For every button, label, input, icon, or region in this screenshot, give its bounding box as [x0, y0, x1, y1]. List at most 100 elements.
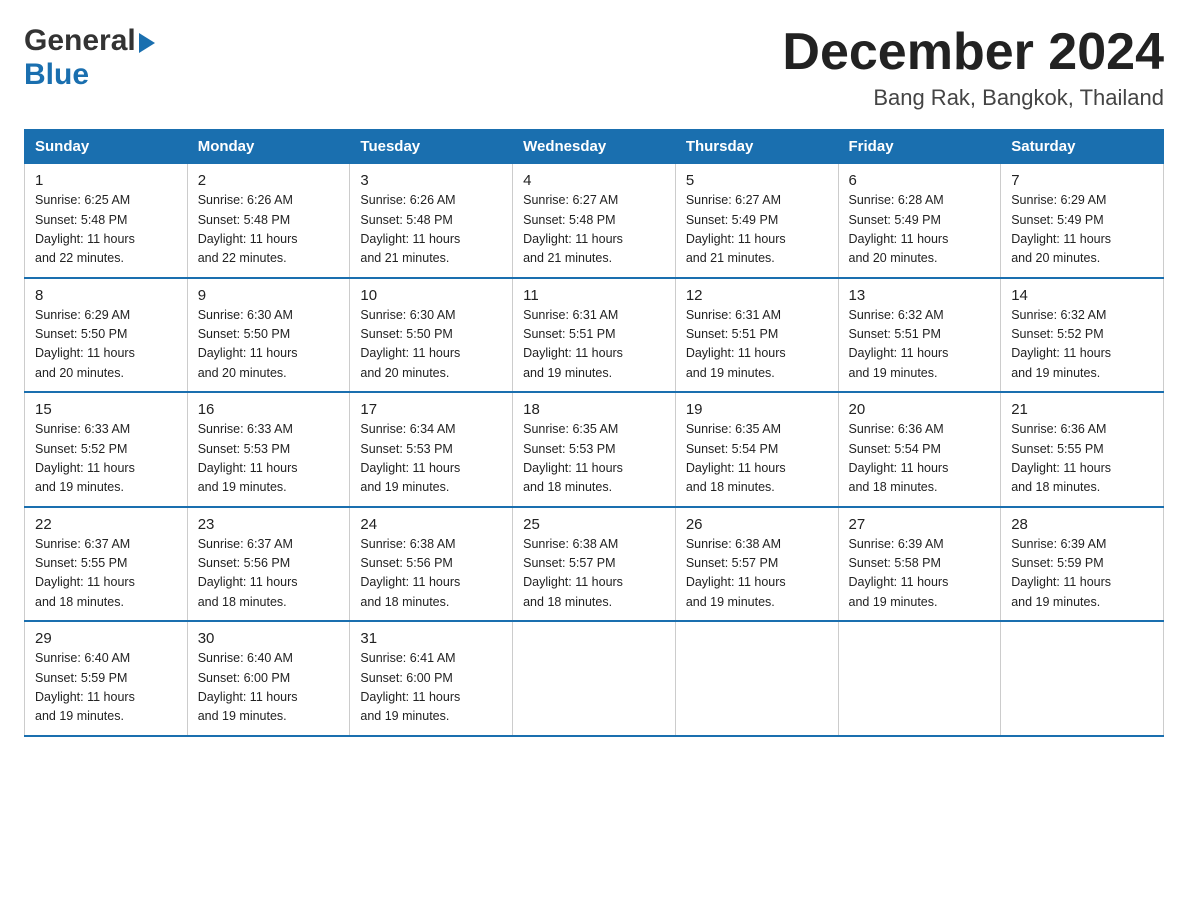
day-number: 13 [849, 287, 991, 304]
calendar-week-row: 22 Sunrise: 6:37 AMSunset: 5:55 PMDayligh… [25, 507, 1164, 622]
table-row [838, 621, 1001, 736]
day-number: 23 [198, 516, 340, 533]
day-info: Sunrise: 6:31 AMSunset: 5:51 PMDaylight:… [686, 306, 828, 384]
calendar-week-row: 15 Sunrise: 6:33 AMSunset: 5:52 PMDayligh… [25, 392, 1164, 507]
day-info: Sunrise: 6:30 AMSunset: 5:50 PMDaylight:… [198, 306, 340, 384]
table-row: 1 Sunrise: 6:25 AMSunset: 5:48 PMDaylight… [25, 164, 188, 278]
table-row: 3 Sunrise: 6:26 AMSunset: 5:48 PMDaylight… [350, 164, 513, 278]
col-saturday: Saturday [1001, 130, 1164, 164]
day-info: Sunrise: 6:31 AMSunset: 5:51 PMDaylight:… [523, 306, 665, 384]
day-info: Sunrise: 6:36 AMSunset: 5:55 PMDaylight:… [1011, 420, 1153, 498]
table-row: 15 Sunrise: 6:33 AMSunset: 5:52 PMDayligh… [25, 392, 188, 507]
day-number: 29 [35, 630, 177, 647]
table-row: 13 Sunrise: 6:32 AMSunset: 5:51 PMDayligh… [838, 278, 1001, 393]
day-number: 15 [35, 401, 177, 418]
table-row [513, 621, 676, 736]
day-number: 24 [360, 516, 502, 533]
day-info: Sunrise: 6:36 AMSunset: 5:54 PMDaylight:… [849, 420, 991, 498]
table-row: 17 Sunrise: 6:34 AMSunset: 5:53 PMDayligh… [350, 392, 513, 507]
table-row: 31Sunrise: 6:41 AMSunset: 6:00 PMDayligh… [350, 621, 513, 736]
page-header: General Blue December 2024 Bang Rak, Ban… [24, 24, 1164, 111]
table-row: 28 Sunrise: 6:39 AMSunset: 5:59 PMDayligh… [1001, 507, 1164, 622]
day-info: Sunrise: 6:26 AMSunset: 5:48 PMDaylight:… [360, 191, 502, 269]
day-number: 22 [35, 516, 177, 533]
calendar-week-row: 29Sunrise: 6:40 AMSunset: 5:59 PMDayligh… [25, 621, 1164, 736]
day-info: Sunrise: 6:26 AMSunset: 5:48 PMDaylight:… [198, 191, 340, 269]
table-row: 20Sunrise: 6:36 AMSunset: 5:54 PMDayligh… [838, 392, 1001, 507]
day-number: 18 [523, 401, 665, 418]
day-info: Sunrise: 6:41 AMSunset: 6:00 PMDaylight:… [360, 649, 502, 727]
location-title: Bang Rak, Bangkok, Thailand [782, 85, 1164, 111]
day-info: Sunrise: 6:33 AMSunset: 5:52 PMDaylight:… [35, 420, 177, 498]
calendar-table: Sunday Monday Tuesday Wednesday Thursday… [24, 129, 1164, 737]
day-info: Sunrise: 6:27 AMSunset: 5:48 PMDaylight:… [523, 191, 665, 269]
day-number: 27 [849, 516, 991, 533]
logo-general-word: General [24, 24, 136, 58]
day-info: Sunrise: 6:38 AMSunset: 5:57 PMDaylight:… [686, 535, 828, 613]
table-row: 21 Sunrise: 6:36 AMSunset: 5:55 PMDayligh… [1001, 392, 1164, 507]
day-number: 5 [686, 172, 828, 189]
day-info: Sunrise: 6:38 AMSunset: 5:56 PMDaylight:… [360, 535, 502, 613]
table-row: 2 Sunrise: 6:26 AMSunset: 5:48 PMDaylight… [187, 164, 350, 278]
day-number: 6 [849, 172, 991, 189]
day-number: 17 [360, 401, 502, 418]
col-monday: Monday [187, 130, 350, 164]
day-info: Sunrise: 6:32 AMSunset: 5:51 PMDaylight:… [849, 306, 991, 384]
title-block: December 2024 Bang Rak, Bangkok, Thailan… [782, 24, 1164, 111]
calendar-week-row: 8Sunrise: 6:29 AMSunset: 5:50 PMDaylight… [25, 278, 1164, 393]
table-row: 27 Sunrise: 6:39 AMSunset: 5:58 PMDayligh… [838, 507, 1001, 622]
day-number: 30 [198, 630, 340, 647]
table-row: 24 Sunrise: 6:38 AMSunset: 5:56 PMDayligh… [350, 507, 513, 622]
table-row: 9Sunrise: 6:30 AMSunset: 5:50 PMDaylight… [187, 278, 350, 393]
day-number: 19 [686, 401, 828, 418]
day-number: 21 [1011, 401, 1153, 418]
table-row: 4Sunrise: 6:27 AMSunset: 5:48 PMDaylight… [513, 164, 676, 278]
table-row: 30Sunrise: 6:40 AMSunset: 6:00 PMDayligh… [187, 621, 350, 736]
table-row: 6 Sunrise: 6:28 AMSunset: 5:49 PMDaylight… [838, 164, 1001, 278]
day-number: 1 [35, 172, 177, 189]
day-number: 8 [35, 287, 177, 304]
day-info: Sunrise: 6:37 AMSunset: 5:56 PMDaylight:… [198, 535, 340, 613]
table-row: 26 Sunrise: 6:38 AMSunset: 5:57 PMDayligh… [675, 507, 838, 622]
col-wednesday: Wednesday [513, 130, 676, 164]
table-row [675, 621, 838, 736]
day-info: Sunrise: 6:33 AMSunset: 5:53 PMDaylight:… [198, 420, 340, 498]
day-info: Sunrise: 6:39 AMSunset: 5:59 PMDaylight:… [1011, 535, 1153, 613]
logo: General Blue [24, 24, 155, 92]
table-row: 18 Sunrise: 6:35 AMSunset: 5:53 PMDayligh… [513, 392, 676, 507]
day-info: Sunrise: 6:30 AMSunset: 5:50 PMDaylight:… [360, 306, 502, 384]
day-info: Sunrise: 6:27 AMSunset: 5:49 PMDaylight:… [686, 191, 828, 269]
calendar-title: December 2024 [782, 24, 1164, 81]
day-info: Sunrise: 6:38 AMSunset: 5:57 PMDaylight:… [523, 535, 665, 613]
day-number: 10 [360, 287, 502, 304]
table-row: 8Sunrise: 6:29 AMSunset: 5:50 PMDaylight… [25, 278, 188, 393]
table-row: 19 Sunrise: 6:35 AMSunset: 5:54 PMDayligh… [675, 392, 838, 507]
day-number: 11 [523, 287, 665, 304]
table-row: 22 Sunrise: 6:37 AMSunset: 5:55 PMDayligh… [25, 507, 188, 622]
day-number: 2 [198, 172, 340, 189]
table-row: 16 Sunrise: 6:33 AMSunset: 5:53 PMDayligh… [187, 392, 350, 507]
table-row: 7Sunrise: 6:29 AMSunset: 5:49 PMDaylight… [1001, 164, 1164, 278]
day-info: Sunrise: 6:34 AMSunset: 5:53 PMDaylight:… [360, 420, 502, 498]
day-info: Sunrise: 6:39 AMSunset: 5:58 PMDaylight:… [849, 535, 991, 613]
day-number: 26 [686, 516, 828, 533]
day-number: 16 [198, 401, 340, 418]
day-number: 28 [1011, 516, 1153, 533]
col-sunday: Sunday [25, 130, 188, 164]
day-info: Sunrise: 6:35 AMSunset: 5:53 PMDaylight:… [523, 420, 665, 498]
col-tuesday: Tuesday [350, 130, 513, 164]
day-info: Sunrise: 6:29 AMSunset: 5:49 PMDaylight:… [1011, 191, 1153, 269]
logo-blue-word: Blue [24, 58, 89, 91]
table-row: 14Sunrise: 6:32 AMSunset: 5:52 PMDayligh… [1001, 278, 1164, 393]
day-info: Sunrise: 6:28 AMSunset: 5:49 PMDaylight:… [849, 191, 991, 269]
day-info: Sunrise: 6:35 AMSunset: 5:54 PMDaylight:… [686, 420, 828, 498]
table-row [1001, 621, 1164, 736]
table-row: 10 Sunrise: 6:30 AMSunset: 5:50 PMDayligh… [350, 278, 513, 393]
day-info: Sunrise: 6:25 AMSunset: 5:48 PMDaylight:… [35, 191, 177, 269]
day-number: 3 [360, 172, 502, 189]
table-row: 11 Sunrise: 6:31 AMSunset: 5:51 PMDayligh… [513, 278, 676, 393]
day-number: 12 [686, 287, 828, 304]
table-row: 25Sunrise: 6:38 AMSunset: 5:57 PMDayligh… [513, 507, 676, 622]
day-info: Sunrise: 6:37 AMSunset: 5:55 PMDaylight:… [35, 535, 177, 613]
day-number: 14 [1011, 287, 1153, 304]
